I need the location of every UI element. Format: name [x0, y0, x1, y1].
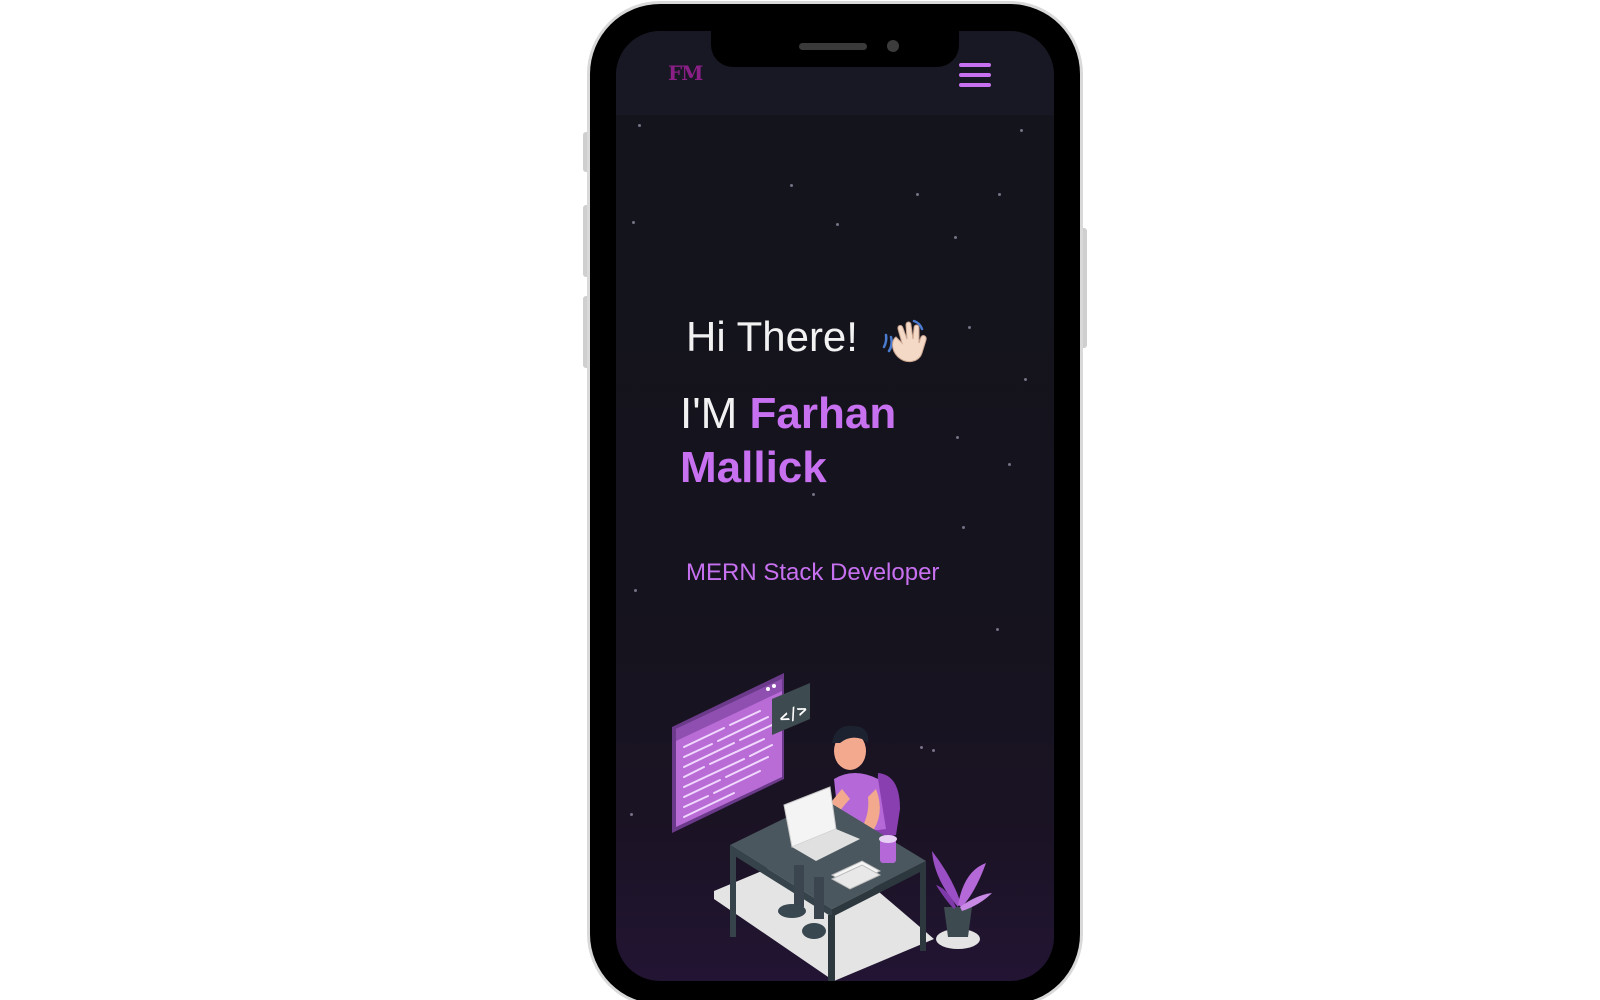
phone-frame: FM Hi There! I'M Farhan Mallick MERN Sta…: [590, 4, 1080, 1000]
volume-up-button: [583, 205, 590, 277]
hamburger-menu-icon[interactable]: [959, 63, 991, 91]
page: FM Hi There! I'M Farhan Mallick MERN Sta…: [0, 0, 1600, 1000]
developer-at-desk-illustration: </>: [672, 673, 992, 981]
site-logo[interactable]: FM: [668, 61, 703, 85]
intro-prefix: I'M: [680, 389, 738, 438]
code-window-graphic: [672, 673, 784, 833]
mute-switch: [583, 132, 590, 172]
phone-screen: FM Hi There! I'M Farhan Mallick MERN Sta…: [616, 31, 1054, 981]
front-camera: [887, 40, 899, 52]
volume-down-button: [583, 296, 590, 368]
waving-hand-icon: [882, 319, 927, 363]
potted-plant-graphic: [932, 851, 992, 949]
hero-name-heading: I'M Farhan Mallick: [680, 387, 1010, 495]
speaker-grille: [799, 43, 867, 50]
hero-greeting: Hi There!: [686, 313, 858, 360]
developer-role: MERN Stack Developer: [686, 559, 940, 586]
power-button: [1080, 228, 1087, 348]
phone-notch: [711, 31, 959, 67]
